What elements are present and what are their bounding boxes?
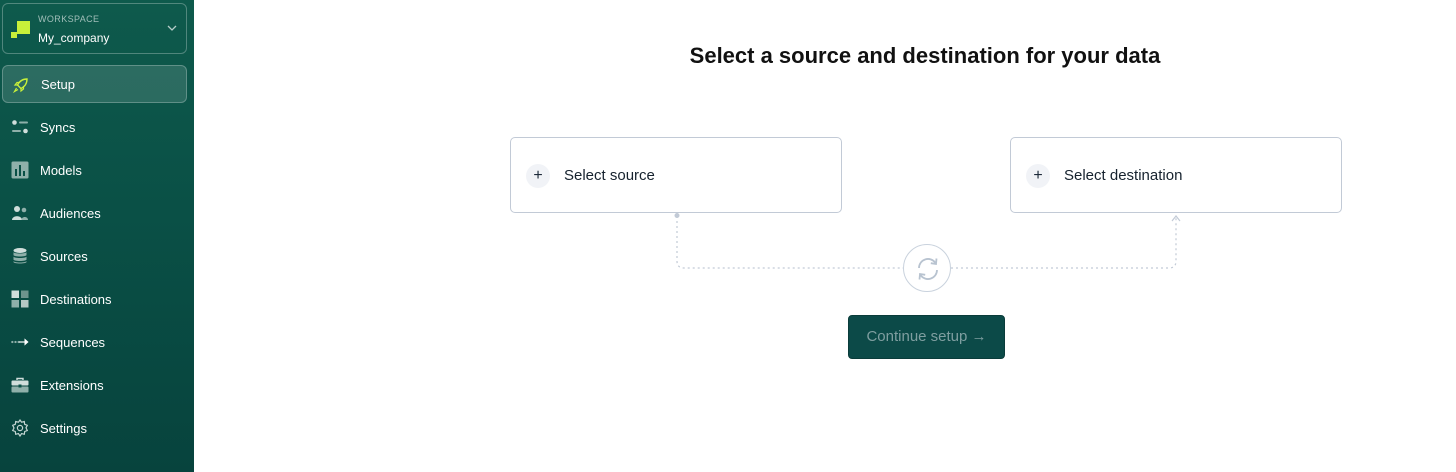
toolbox-icon — [11, 377, 29, 393]
continue-setup-button[interactable]: Continue setup → — [848, 315, 1005, 359]
users-icon — [12, 206, 28, 220]
sidebar-item-models[interactable]: Models — [2, 151, 187, 189]
sidebar-item-label: Sources — [40, 248, 88, 264]
sidebar-item-label: Audiences — [40, 205, 101, 221]
chevron-down-icon — [167, 25, 177, 31]
sidebar-item-syncs[interactable]: Syncs — [2, 108, 187, 146]
sidebar: WORKSPACE My_company Setup Syncs Models … — [0, 0, 194, 472]
sidebar-item-label: Destinations — [40, 291, 112, 307]
gear-icon — [11, 419, 29, 437]
sync-indicator — [903, 244, 951, 292]
grid-icon — [11, 290, 29, 308]
sidebar-item-extensions[interactable]: Extensions — [2, 366, 187, 404]
plus-icon: + — [526, 164, 550, 188]
workspace-switcher[interactable]: WORKSPACE My_company — [2, 3, 187, 54]
database-icon — [13, 248, 27, 264]
syncs-icon — [12, 120, 28, 134]
plus-icon: + — [1026, 164, 1050, 188]
select-source-label: Select source — [564, 167, 655, 184]
sidebar-item-label: Setup — [41, 76, 75, 92]
sidebar-item-destinations[interactable]: Destinations — [2, 280, 187, 318]
page-title: Select a source and destination for your… — [689, 43, 1161, 68]
sidebar-item-audiences[interactable]: Audiences — [2, 194, 187, 232]
sidebar-item-sequences[interactable]: Sequences — [2, 323, 187, 361]
sidebar-item-label: Models — [40, 162, 82, 178]
sidebar-item-setup[interactable]: Setup — [2, 65, 187, 103]
sync-icon — [918, 258, 938, 280]
sidebar-item-label: Settings — [40, 420, 87, 436]
bar-chart-icon — [11, 161, 29, 179]
select-source-card[interactable]: + Select source — [510, 137, 842, 213]
sidebar-item-label: Syncs — [40, 119, 76, 135]
select-destination-label: Select destination — [1064, 167, 1183, 184]
sidebar-item-sources[interactable]: Sources — [2, 237, 187, 275]
main-content: Select a source and destination for your… — [194, 0, 1456, 472]
sidebar-item-label: Sequences — [40, 334, 106, 350]
workspace-label: WORKSPACE — [38, 14, 100, 24]
rocket-icon — [12, 78, 28, 94]
sidebar-item-settings[interactable]: Settings — [2, 409, 187, 447]
sidebar-item-label: Extensions — [40, 377, 104, 393]
select-destination-card[interactable]: + Select destination — [1010, 137, 1342, 213]
connector-lines — [674, 213, 1181, 269]
workspace-name: My_company — [38, 31, 110, 45]
company-logo-icon — [11, 21, 31, 39]
sequence-icon — [11, 338, 29, 346]
